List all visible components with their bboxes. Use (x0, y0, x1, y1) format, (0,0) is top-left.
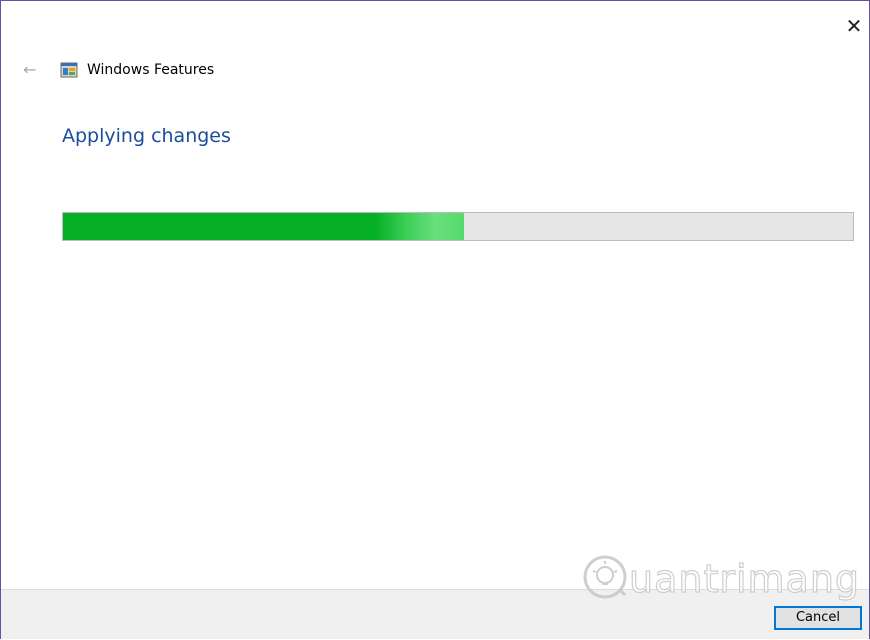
close-icon[interactable]: ✕ (843, 15, 865, 37)
windows-features-dialog: ✕ ← Windows Features Applying changes Ca… (0, 0, 870, 639)
progress-bar (62, 212, 854, 241)
progress-bar-fill (63, 213, 464, 240)
window-title: Windows Features (87, 62, 215, 78)
back-arrow-icon[interactable]: ← (23, 60, 41, 80)
dialog-footer: Cancel (1, 589, 869, 639)
page-heading: Applying changes (62, 125, 231, 147)
cancel-button[interactable]: Cancel (774, 606, 862, 630)
windows-features-icon (60, 61, 78, 79)
